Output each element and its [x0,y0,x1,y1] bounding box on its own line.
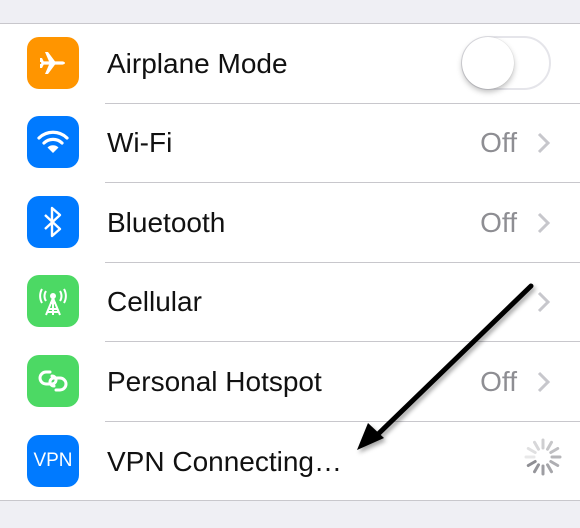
wifi-label: Wi-Fi [107,127,173,158]
chevron-right-icon [537,212,551,234]
loading-spinner-icon [524,438,562,476]
spinner-spoke [546,463,553,474]
personal-hotspot-status-value: Off [480,366,517,397]
vpn-connecting-label: VPN Connecting… [107,446,343,477]
bluetooth-icon [27,196,79,248]
toggle-knob[interactable] [462,37,514,89]
settings-row-wifi[interactable]: Wi-Fi Off [0,103,580,183]
settings-row-vpn[interactable]: VPN VPN Connecting… [0,422,580,502]
spinner-spoke [549,447,560,454]
spinner-spoke [526,447,537,454]
top-background-band [0,0,580,24]
airplane-mode-label: Airplane Mode [107,48,288,79]
wifi-status-value: Off [480,127,517,158]
settings-row-cellular[interactable]: Cellular [0,262,580,342]
spinner-spoke [526,460,537,467]
spinner-spoke [549,460,560,467]
bluetooth-label: Bluetooth [107,207,226,238]
settings-row-personal-hotspot[interactable]: Personal Hotspot Off [0,342,580,422]
airplane-mode-toggle[interactable] [461,36,551,90]
chevron-right-icon [537,291,551,313]
chevron-right-icon [537,371,551,393]
settings-row-bluetooth[interactable]: Bluetooth Off [0,183,580,263]
settings-list: Airplane Mode Wi-Fi Off Bluetooth Off Ce… [0,24,580,501]
bluetooth-status-value: Off [480,207,517,238]
spinner-spoke [546,440,553,451]
hotspot-link-icon [27,355,79,407]
spinner-spoke [533,440,540,451]
airplane-icon [27,37,79,89]
spinner-spoke [533,463,540,474]
cellular-antenna-icon [27,275,79,327]
vpn-icon-text: VPN [33,450,73,471]
chevron-right-icon [537,132,551,154]
cellular-label: Cellular [107,286,202,317]
wifi-icon [27,116,79,168]
personal-hotspot-label: Personal Hotspot [107,366,322,397]
settings-row-airplane-mode[interactable]: Airplane Mode [0,24,580,104]
vpn-icon: VPN [27,435,79,487]
